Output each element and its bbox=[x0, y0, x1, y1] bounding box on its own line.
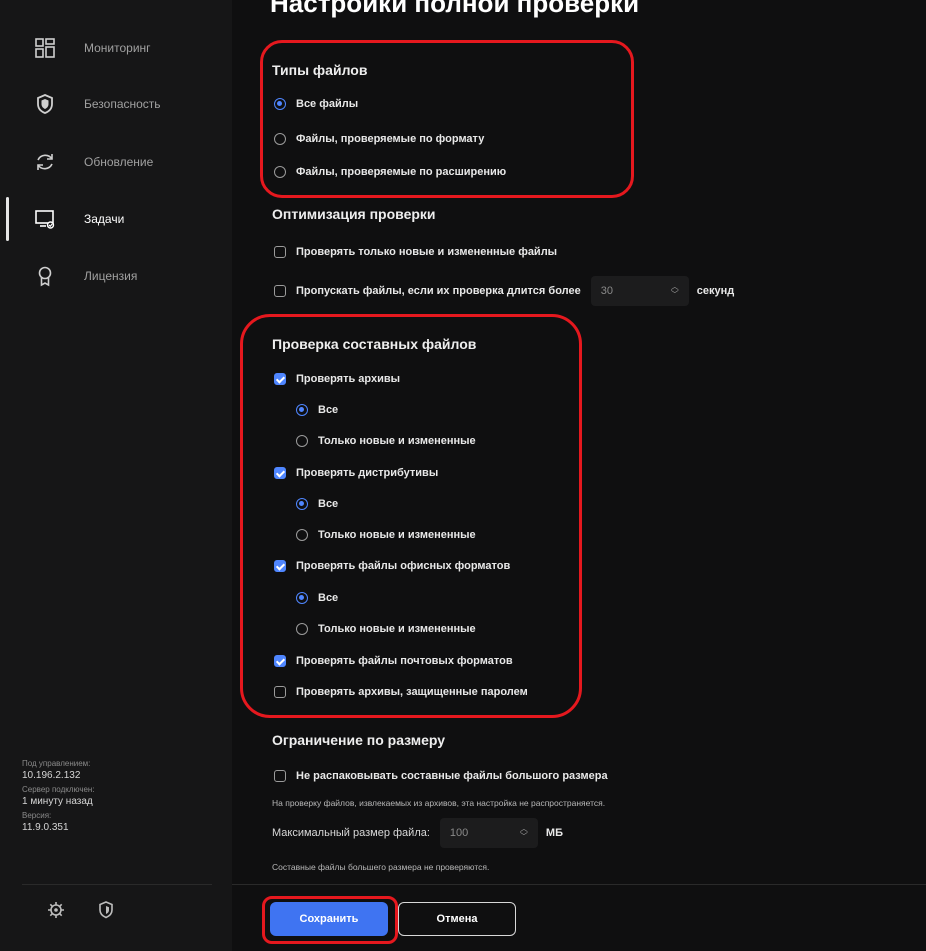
dashboard-icon bbox=[35, 38, 55, 58]
radio-button[interactable] bbox=[296, 404, 308, 416]
compound-title: Проверка составных файлов bbox=[272, 336, 477, 352]
skip-files-row[interactable]: Пропускать файлы, если их проверка длитс… bbox=[274, 276, 734, 306]
checkbox-label: Проверять архивы, защищенные паролем bbox=[296, 686, 528, 698]
protected-checkbox-row[interactable]: Проверять архивы, защищенные паролем bbox=[274, 686, 528, 698]
size-limit-title: Ограничение по размеру bbox=[272, 732, 446, 748]
option-label: Только новые и измененные bbox=[318, 435, 476, 447]
file-types-title: Типы файлов bbox=[272, 62, 368, 78]
office-new-option[interactable]: Только новые и измененные bbox=[296, 623, 476, 635]
main-panel: Настройки полной проверки Типы файлов Вс… bbox=[232, 0, 926, 951]
version-label: Версия: bbox=[22, 811, 52, 820]
gear-icon[interactable] bbox=[46, 900, 66, 920]
server-label: Сервер подключен: bbox=[22, 785, 95, 794]
page-title: Настройки полной проверки bbox=[270, 0, 640, 18]
max-size-label: Максимальный размер файла: bbox=[272, 827, 430, 839]
sidebar-item-label: Мониторинг bbox=[84, 41, 151, 55]
sidebar-item-update[interactable]: Обновление bbox=[0, 142, 232, 182]
server-value: 1 минуту назад bbox=[22, 796, 93, 807]
radio-button[interactable] bbox=[274, 166, 286, 178]
checkbox[interactable] bbox=[274, 770, 286, 782]
only-new-checkbox-row[interactable]: Проверять только новые и измененные файл… bbox=[274, 246, 557, 258]
tasks-icon bbox=[35, 210, 55, 229]
checkbox[interactable] bbox=[274, 560, 286, 572]
checkbox-label: Проверять файлы почтовых форматов bbox=[296, 655, 513, 667]
radio-button[interactable] bbox=[296, 592, 308, 604]
max-size-note: Составные файлы большего размера не пров… bbox=[272, 862, 490, 872]
refresh-icon bbox=[37, 154, 53, 170]
checkbox[interactable] bbox=[274, 467, 286, 479]
checkbox-label: Проверять архивы bbox=[296, 373, 401, 385]
distr-new-option[interactable]: Только новые и измененные bbox=[296, 529, 476, 541]
distr-checkbox-row[interactable]: Проверять дистрибутивы bbox=[274, 467, 438, 479]
archives-new-option[interactable]: Только новые и измененные bbox=[296, 435, 476, 447]
sidebar: Мониторинг Безопасность Обновление Задач… bbox=[0, 0, 232, 951]
radio-button[interactable] bbox=[296, 435, 308, 447]
stepper-arrows-icon[interactable]: ︿ ﹀ bbox=[671, 283, 679, 299]
sidebar-item-monitoring[interactable]: Мониторинг bbox=[0, 28, 232, 68]
archives-checkbox-row[interactable]: Проверять архивы bbox=[274, 373, 400, 385]
stepper-value: 100 bbox=[449, 827, 469, 839]
checkbox[interactable] bbox=[274, 246, 286, 258]
checkbox[interactable] bbox=[274, 655, 286, 667]
file-type-option[interactable]: Все файлы bbox=[274, 98, 358, 110]
option-label: Только новые и измененные bbox=[318, 623, 476, 635]
optimization-title: Оптимизация проверки bbox=[272, 206, 436, 222]
sidebar-item-label: Безопасность bbox=[84, 97, 161, 111]
mail-checkbox-row[interactable]: Проверять файлы почтовых форматов bbox=[274, 655, 513, 667]
distr-all-option[interactable]: Все bbox=[296, 498, 338, 510]
radio-button[interactable] bbox=[274, 98, 286, 110]
sidebar-item-label: Лицензия bbox=[84, 269, 138, 283]
option-label: Все файлы bbox=[296, 98, 359, 110]
license-icon bbox=[38, 266, 52, 287]
checkbox-label: Проверять файлы офисных форматов bbox=[296, 560, 511, 572]
sidebar-item-label: Задачи bbox=[84, 212, 125, 226]
office-all-option[interactable]: Все bbox=[296, 592, 338, 604]
checkbox[interactable] bbox=[274, 373, 286, 385]
file-type-option[interactable]: Файлы, проверяемые по формату bbox=[274, 133, 484, 145]
size-limit-note: На проверку файлов, извлекаемых из архив… bbox=[272, 798, 606, 808]
sidebar-item-tasks[interactable]: Задачи bbox=[0, 199, 232, 239]
archives-all-option[interactable]: Все bbox=[296, 404, 338, 416]
unit-label: секунд bbox=[696, 285, 735, 297]
option-label: Только новые и измененные bbox=[318, 529, 476, 541]
footer-divider bbox=[232, 884, 926, 885]
sidebar-item-license[interactable]: Лицензия bbox=[0, 256, 232, 296]
managed-value: 10.196.2.132 bbox=[22, 770, 81, 781]
connection-info: Под управлением: 10.196.2.132 Сервер под… bbox=[22, 758, 95, 836]
radio-button[interactable] bbox=[274, 133, 286, 145]
managed-label: Под управлением: bbox=[22, 759, 91, 768]
checkbox-label: Проверять только новые и измененные файл… bbox=[296, 246, 558, 258]
office-checkbox-row[interactable]: Проверять файлы офисных форматов bbox=[274, 560, 510, 572]
max-size-stepper[interactable]: 100 ︿ ﹀ bbox=[439, 818, 538, 848]
version-value: 11.9.0.351 bbox=[22, 822, 69, 833]
stepper-value: 30 bbox=[600, 285, 613, 297]
option-label: Все bbox=[318, 404, 339, 416]
option-label: Все bbox=[318, 592, 339, 604]
option-label: Все bbox=[318, 498, 339, 510]
sidebar-divider bbox=[22, 884, 212, 885]
save-button[interactable]: Сохранить bbox=[270, 902, 388, 936]
shield-small-icon[interactable] bbox=[96, 900, 116, 920]
radio-button[interactable] bbox=[296, 623, 308, 635]
shield-icon bbox=[37, 94, 53, 114]
checkbox[interactable] bbox=[274, 285, 286, 297]
sidebar-item-label: Обновление bbox=[84, 155, 154, 169]
stepper-arrows-icon[interactable]: ︿ ﹀ bbox=[520, 825, 528, 841]
no-unpack-checkbox-row[interactable]: Не распаковывать составные файлы большог… bbox=[274, 770, 608, 782]
file-type-option[interactable]: Файлы, проверяемые по расширению bbox=[274, 166, 506, 178]
skip-seconds-stepper[interactable]: 30 ︿ ﹀ bbox=[590, 276, 689, 306]
checkbox[interactable] bbox=[274, 686, 286, 698]
radio-button[interactable] bbox=[296, 498, 308, 510]
option-label: Файлы, проверяемые по формату bbox=[296, 133, 485, 145]
max-size-row: Максимальный размер файла: 100 ︿ ﹀ МБ bbox=[272, 818, 563, 848]
checkbox-label: Пропускать файлы, если их проверка длитс… bbox=[296, 285, 581, 297]
checkbox-label: Проверять дистрибутивы bbox=[296, 467, 439, 479]
radio-button[interactable] bbox=[296, 529, 308, 541]
option-label: Файлы, проверяемые по расширению bbox=[296, 166, 507, 178]
checkbox-label: Не распаковывать составные файлы большог… bbox=[296, 770, 608, 782]
cancel-button[interactable]: Отмена bbox=[398, 902, 516, 936]
unit-label: МБ bbox=[545, 827, 563, 839]
sidebar-item-security[interactable]: Безопасность bbox=[0, 84, 232, 124]
